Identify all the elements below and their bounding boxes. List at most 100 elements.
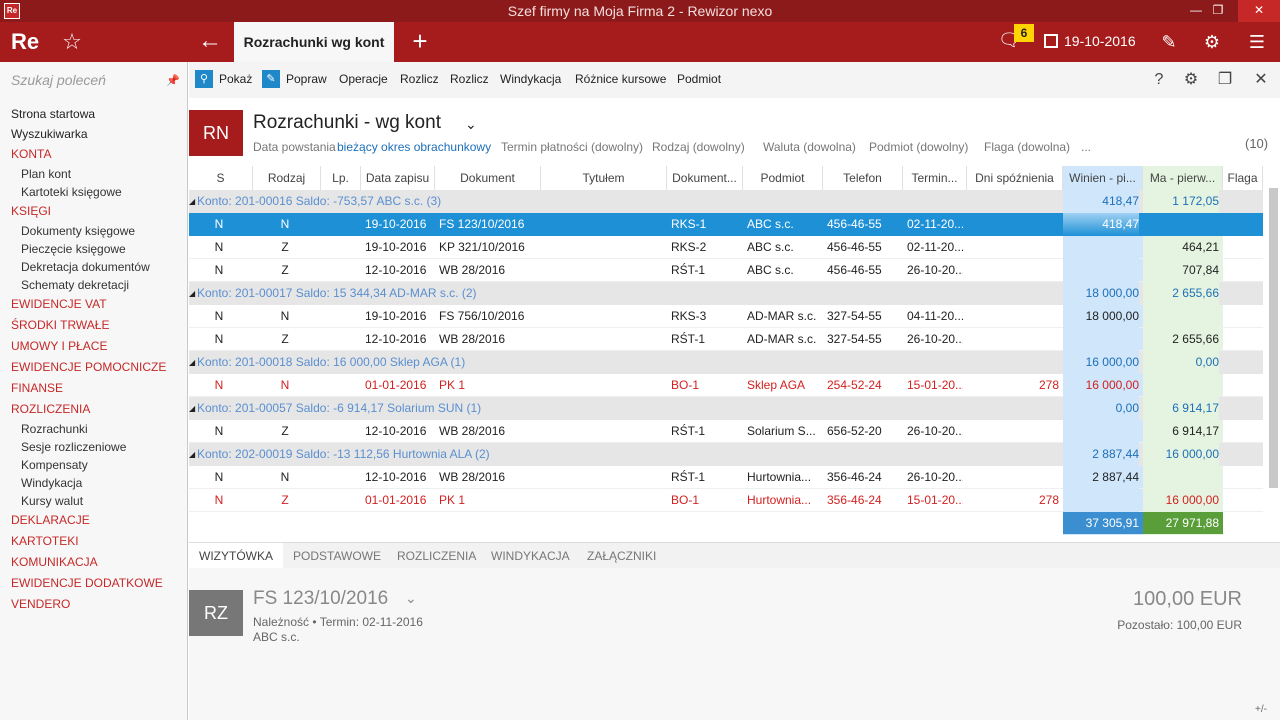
column-header[interactable]: Dokument...: [667, 166, 743, 190]
table-row[interactable]: N N 01-01-2016 PK 1 BO-1 Sklep AGA 254-52-24 15…: [189, 374, 1263, 397]
sidebar-item[interactable]: KONTA: [0, 144, 188, 165]
hamburger-menu-icon[interactable]: ☰: [1244, 30, 1270, 54]
close-window-button[interactable]: ✕: [1238, 0, 1280, 22]
filter-chip[interactable]: Rodzaj (dowolny): [652, 140, 745, 154]
page-title[interactable]: Rozrachunki - wg kont: [253, 112, 441, 134]
tab-podstawowe[interactable]: PODSTAWOWE: [283, 543, 381, 569]
sidebar-item[interactable]: Strona startowa: [0, 104, 188, 124]
column-header[interactable]: Termin...: [903, 166, 967, 190]
operations-button[interactable]: Operacje: [339, 72, 388, 86]
collection-button[interactable]: Windykacja: [500, 72, 561, 86]
column-header[interactable]: Flaga: [1223, 166, 1263, 190]
tools-icon[interactable]: ✎: [1156, 30, 1182, 54]
settings-gear-icon[interactable]: ⚙: [1181, 70, 1201, 90]
group-row[interactable]: ◢ Konto: 201-00057 Saldo: -6 914,17 Sola…: [189, 397, 1263, 420]
column-header[interactable]: S: [189, 166, 253, 190]
calendar-icon[interactable]: [1044, 34, 1058, 48]
maximize-button[interactable]: ❐: [1202, 0, 1234, 22]
table-row[interactable]: N N 19-10-2016 FS 756/10/2016 RKS-3 AD-MAR s.…: [189, 305, 1263, 328]
filter-chip[interactable]: Waluta (dowolna): [763, 140, 856, 154]
edit-button[interactable]: Popraw: [286, 72, 327, 86]
table-row[interactable]: N Z 01-01-2016 PK 1 BO-1 Hurtownia... 356-46-2…: [189, 489, 1263, 512]
collapse-triangle-icon[interactable]: ◢: [189, 358, 195, 367]
table-row[interactable]: N Z 12-10-2016 WB 28/2016 RŚT-1 AD-MAR s.c. 32…: [189, 328, 1263, 351]
tab-windykacja[interactable]: WINDYKACJA: [481, 543, 570, 569]
sidebar-item[interactable]: KARTOTEKI: [0, 531, 188, 552]
sidebar-item[interactable]: EWIDENCJE DODATKOWE: [0, 573, 188, 594]
group-row[interactable]: ◢ Konto: 201-00018 Saldo: 16 000,00 Skle…: [189, 351, 1263, 374]
sidebar-item[interactable]: UMOWY I PŁACE: [0, 336, 188, 357]
filter-chip[interactable]: Data powstania: [253, 140, 336, 154]
column-header[interactable]: Tytułem: [541, 166, 667, 190]
document-number[interactable]: FS 123/10/2016: [253, 588, 388, 610]
working-date[interactable]: 19-10-2016: [1064, 33, 1136, 49]
column-header[interactable]: Dokument: [435, 166, 541, 190]
vertical-scrollbar[interactable]: [1268, 168, 1280, 538]
sidebar-item[interactable]: Windykacja: [0, 474, 188, 492]
settle-button-2[interactable]: Rozlicz: [450, 72, 489, 86]
collapse-triangle-icon[interactable]: ◢: [189, 450, 195, 459]
tab-rozliczenia[interactable]: ROZLICZENIA: [387, 543, 476, 569]
sidebar-item[interactable]: Schematy dekretacji: [0, 276, 188, 294]
sidebar-item[interactable]: EWIDENCJE POMOCNICZE: [0, 357, 188, 378]
tab-wizytówka[interactable]: WIZYTÓWKA: [189, 543, 283, 569]
table-row[interactable]: N N 19-10-2016 FS 123/10/2016 RKS-1 ABC s.c. 4…: [189, 213, 1263, 236]
sidebar-item[interactable]: Dokumenty księgowe: [0, 222, 188, 240]
sidebar-item[interactable]: EWIDENCJE VAT: [0, 294, 188, 315]
collapse-triangle-icon[interactable]: ◢: [189, 289, 195, 298]
group-row[interactable]: ◢ Konto: 201-00016 Saldo: -753,57 ABC s.…: [189, 190, 1263, 213]
party-button[interactable]: Podmiot: [677, 72, 721, 86]
column-header[interactable]: Lp.: [321, 166, 361, 190]
close-tab-icon[interactable]: ✕: [1251, 70, 1271, 90]
column-header[interactable]: Dni spóźnienia: [967, 166, 1063, 190]
gear-icon[interactable]: ⚙: [1199, 30, 1225, 54]
sidebar-item[interactable]: ROZLICZENIA: [0, 399, 188, 420]
table-row[interactable]: N N 12-10-2016 WB 28/2016 RŚT-1 Hurtownia... 3…: [189, 466, 1263, 489]
column-header[interactable]: Ma - pierw...: [1143, 166, 1223, 190]
group-row[interactable]: ◢ Konto: 201-00017 Saldo: 15 344,34 AD-M…: [189, 282, 1263, 305]
sidebar-item[interactable]: Kartoteki księgowe: [0, 183, 188, 201]
new-tab-plus-icon[interactable]: +: [406, 28, 434, 56]
filter-chip[interactable]: ...: [1081, 140, 1091, 154]
chevron-down-icon[interactable]: ⌄: [465, 116, 477, 133]
help-button[interactable]: ?: [1149, 70, 1169, 90]
collapse-triangle-icon[interactable]: ◢: [189, 404, 195, 413]
sidebar-item[interactable]: VENDERO: [0, 594, 188, 615]
expand-toggle[interactable]: +/-: [1255, 704, 1267, 715]
group-row[interactable]: ◢ Konto: 202-00019 Saldo: -13 112,56 Hur…: [189, 443, 1263, 466]
sidebar-item[interactable]: Plan kont: [0, 165, 188, 183]
favorite-star-icon[interactable]: ☆: [58, 28, 86, 56]
table-row[interactable]: N Z 12-10-2016 WB 28/2016 RŚT-1 Solarium S...…: [189, 420, 1263, 443]
table-row[interactable]: N Z 12-10-2016 WB 28/2016 RŚT-1 ABC s.c. 456-4…: [189, 259, 1263, 282]
pin-icon[interactable]: 📌: [166, 74, 180, 87]
sidebar-item[interactable]: Pieczęcie księgowe: [0, 240, 188, 258]
sidebar-item[interactable]: FINANSE: [0, 378, 188, 399]
sidebar-item[interactable]: Wyszukiwarka: [0, 124, 188, 144]
collapse-triangle-icon[interactable]: ◢: [189, 197, 195, 206]
back-arrow-icon[interactable]: ←: [196, 28, 224, 56]
table-row[interactable]: N Z 19-10-2016 KP 321/10/2016 RKS-2 ABC s.c. 4…: [189, 236, 1263, 259]
filter-chip[interactable]: Termin płatności (dowolny): [501, 140, 643, 154]
restore-window-icon[interactable]: ❐: [1215, 70, 1235, 90]
scrollbar-thumb[interactable]: [1269, 188, 1278, 488]
sidebar-item[interactable]: DEKLARACJE: [0, 510, 188, 531]
sidebar-item[interactable]: Kompensaty: [0, 456, 188, 474]
sidebar-item[interactable]: KOMUNIKACJA: [0, 552, 188, 573]
edit-icon[interactable]: ✎: [262, 70, 280, 88]
chevron-down-icon[interactable]: ⌄: [405, 590, 417, 607]
filter-chip[interactable]: Flaga (dowolna): [984, 140, 1070, 154]
command-search-input[interactable]: Szukaj poleceń: [11, 72, 161, 92]
column-header[interactable]: Telefon: [823, 166, 903, 190]
sidebar-item[interactable]: Sesje rozliczeniowe: [0, 438, 188, 456]
column-header[interactable]: Podmiot: [743, 166, 823, 190]
column-header[interactable]: Data zapisu: [361, 166, 435, 190]
fx-differences-button[interactable]: Różnice kursowe: [575, 72, 666, 86]
tab-rozrachunki[interactable]: Rozrachunki wg kont: [234, 22, 394, 62]
column-header[interactable]: Rodzaj: [253, 166, 321, 190]
sidebar-item[interactable]: Dekretacja dokumentów: [0, 258, 188, 276]
search-icon[interactable]: ⚲: [195, 70, 213, 88]
settle-button-1[interactable]: Rozlicz: [400, 72, 439, 86]
column-header[interactable]: Winien - pi...: [1063, 166, 1143, 190]
tab-załączniki[interactable]: ZAŁĄCZNIKI: [577, 543, 656, 569]
sidebar-item[interactable]: Rozrachunki: [0, 420, 188, 438]
